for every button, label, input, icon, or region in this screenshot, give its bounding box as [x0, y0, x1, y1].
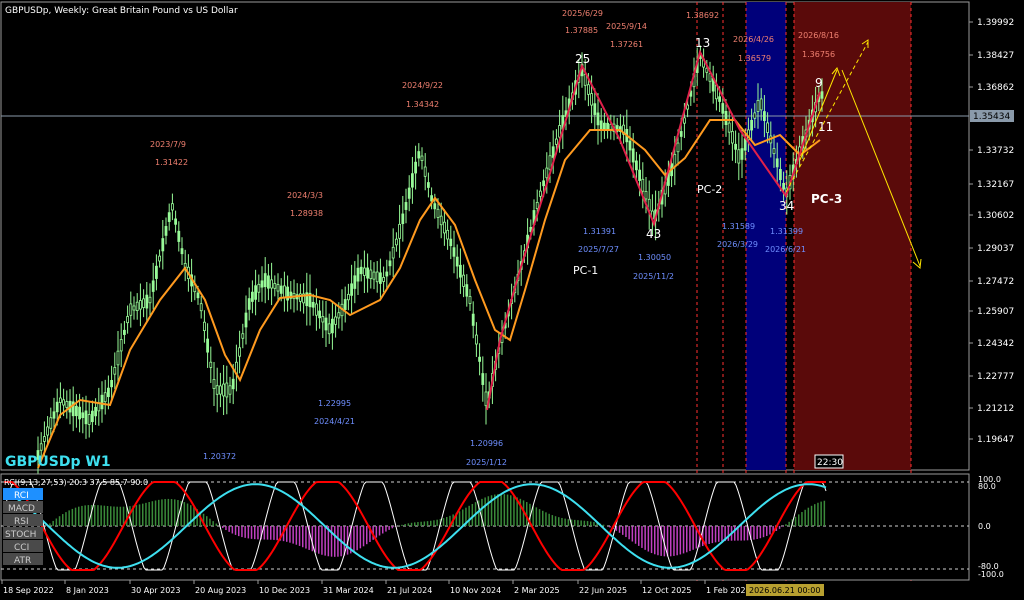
rci-button-label: RCI	[14, 491, 29, 501]
low-date-3: 2025/1/12	[466, 458, 507, 467]
low-price-2: 1.20372	[203, 452, 236, 461]
time-tick-label: 12 Oct 2025	[642, 586, 691, 595]
low-price-4: 1.31391	[583, 227, 616, 236]
price-tick-label: 1.30602	[977, 211, 1014, 221]
ind-level-80: 80.0	[978, 482, 996, 491]
count-label-13: 13	[695, 36, 710, 50]
time-tick-label: 2 Mar 2025	[514, 586, 560, 595]
time-tick-label: 18 Sep 2022	[3, 586, 54, 595]
current-price-label: 1.35434	[973, 112, 1010, 122]
high-date-4: 2025/6/29	[562, 9, 603, 18]
high-price-4: 1.37885	[565, 26, 598, 35]
price-axis[interactable]: 1.39992 1.38427 1.36862 1.33732 1.32167 1.306…	[969, 18, 1014, 445]
count-label-11: 11	[818, 120, 833, 134]
time-axis[interactable]: 18 Sep 2022 8 Jan 2023 30 Apr 2023 20 Aug 2…	[1, 580, 746, 595]
low-price-5: 1.30050	[638, 253, 671, 262]
ind-level-m100: -100.0	[978, 570, 1004, 579]
time-tick-label: 30 Apr 2023	[131, 586, 180, 595]
chart-canvas[interactable]: 2023/7/9 1.31422 2024/3/3 1.28938 2024/9…	[0, 0, 1024, 600]
indicator-buttons[interactable]: RCI MACD RSI STOCH CCI ATR	[3, 488, 43, 566]
high-price-3: 1.34342	[406, 100, 439, 109]
indicator-label: RCI(9,13,27,53) 20.3 37.5 85.7 90.0	[4, 478, 148, 487]
low-date-5: 2025/11/2	[633, 272, 674, 281]
high-date-5: 2025/9/14	[606, 22, 647, 31]
high-price-2: 1.28938	[290, 209, 323, 218]
phase-label-pc3: PC-3	[811, 192, 842, 206]
high-date-7: 2026/4/26	[733, 35, 774, 44]
low-price-6: 1.31589	[722, 222, 755, 231]
low-price-3: 1.20996	[470, 439, 503, 448]
time-tick-label: 10 Dec 2023	[259, 586, 310, 595]
high-price-8: 1.36756	[802, 50, 835, 59]
low-date-1: 2024/4/21	[314, 417, 355, 426]
macd-button-label: MACD	[8, 504, 35, 514]
low-price-1: 1.22995	[318, 399, 351, 408]
low-date-4: 2025/7/27	[578, 245, 619, 254]
high-date-3: 2024/9/22	[402, 81, 443, 90]
ind-level-0: 0.0	[978, 522, 991, 531]
price-tick-label: 1.33732	[977, 146, 1014, 156]
low-date-6: 2026/3/29	[717, 240, 758, 249]
cci-button-label: CCI	[14, 543, 29, 553]
high-price-7: 1.36579	[738, 54, 771, 63]
time-tick-label: 1 Feb 202	[706, 586, 746, 595]
price-tick-label: 1.24342	[977, 339, 1014, 349]
symbol-watermark: GBPUSDp W1	[5, 454, 111, 470]
red-time-zone	[794, 2, 911, 470]
price-tick-label: 1.22777	[977, 372, 1014, 382]
chart-title: GBPUSDp, Weekly: Great Britain Pound vs …	[5, 6, 238, 16]
time-tick-label: 31 Mar 2024	[323, 586, 374, 595]
count-label-9: 9	[815, 76, 823, 90]
time-tick-label: 22 Jun 2025	[579, 586, 627, 595]
high-date-1: 2023/7/9	[150, 140, 186, 149]
count-label-34: 34	[779, 199, 794, 213]
atr-button-label: ATR	[14, 556, 31, 566]
price-tick-label: 1.19647	[977, 435, 1014, 445]
count-label-25: 25	[575, 52, 590, 66]
phase-label-pc1: PC-1	[573, 264, 598, 277]
rsi-button-label: RSI	[14, 517, 29, 527]
cursor-time-label: 2026.06.21 00:00	[749, 586, 820, 595]
phase-label-pc2: PC-2	[697, 183, 722, 196]
price-tick-label: 1.32167	[977, 180, 1014, 190]
stoch-button-label: STOCH	[5, 530, 36, 540]
time-tick-label: 8 Jan 2023	[66, 586, 109, 595]
price-tick-label: 1.38427	[977, 51, 1014, 61]
high-price-5: 1.37261	[610, 40, 643, 49]
price-tick-label: 1.21212	[977, 404, 1014, 414]
high-date-8: 2026/8/16	[798, 31, 839, 40]
price-tick-label: 1.27472	[977, 277, 1014, 287]
low-date-7: 2026/6/21	[765, 245, 806, 254]
price-tick-label: 1.29037	[977, 244, 1014, 254]
time-tick-label: 10 Nov 2024	[450, 586, 501, 595]
high-price-6: 1.38692	[686, 11, 719, 20]
price-tick-label: 1.39992	[977, 18, 1014, 28]
high-price-1: 1.31422	[155, 158, 188, 167]
price-tick-label: 1.36862	[977, 83, 1014, 93]
bar-countdown: 22:30	[817, 458, 843, 468]
low-price-7: 1.31399	[770, 227, 803, 236]
high-date-2: 2024/3/3	[287, 191, 323, 200]
count-label-43: 43	[646, 227, 661, 241]
time-tick-label: 21 Jul 2024	[387, 586, 432, 595]
time-tick-label: 20 Aug 2023	[195, 586, 246, 595]
price-tick-label: 1.25907	[977, 307, 1014, 317]
blue-time-zone	[746, 2, 786, 470]
